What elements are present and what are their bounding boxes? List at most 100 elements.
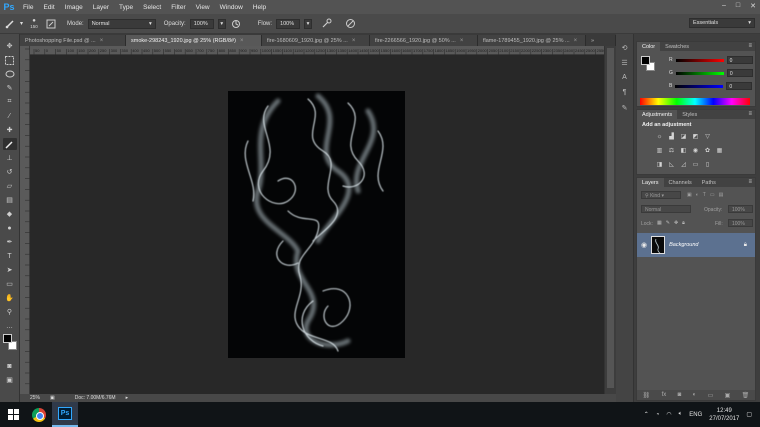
quick-mask-icon[interactable]: ◙ <box>3 360 17 372</box>
volume-icon[interactable]: 🔈︎ <box>679 411 683 418</box>
eraser-tool-icon[interactable]: ▱ <box>3 180 17 192</box>
wifi-icon[interactable]: ◠ <box>666 411 671 418</box>
brush-panel-icon[interactable] <box>45 18 57 30</box>
chevron-right-icon[interactable]: ▸ <box>126 395 129 401</box>
dodge-tool-icon[interactable]: ● <box>3 222 17 234</box>
shape-filter-icon[interactable]: ▭ <box>710 192 715 198</box>
layer-opacity-input[interactable]: 100% <box>728 205 753 213</box>
close-icon[interactable]: × <box>240 38 244 44</box>
eyedropper-tool-icon[interactable]: ⁄ <box>3 110 17 122</box>
document-image-smoke[interactable] <box>228 91 405 358</box>
layer-row-background[interactable]: ◉ Background 🔒︎ <box>637 233 755 257</box>
tab-styles[interactable]: Styles <box>677 110 702 119</box>
green-value-field[interactable]: 0 <box>726 69 753 77</box>
opacity-input[interactable]: 100% <box>189 18 214 29</box>
layer-filter-select[interactable]: ⚲ Kind ▾ <box>641 191 681 199</box>
red-value-field[interactable]: 0 <box>726 56 753 64</box>
eye-icon[interactable]: ◉ <box>641 241 647 249</box>
menu-view[interactable]: View <box>191 4 215 11</box>
clock[interactable]: 12:49 27/07/2017 <box>709 407 739 423</box>
path-selection-tool-icon[interactable]: ➤ <box>3 264 17 276</box>
layer-name[interactable]: Background <box>669 242 698 248</box>
blue-value-field[interactable]: 0 <box>726 82 753 90</box>
brush-preset-icon[interactable] <box>4 18 16 30</box>
black-white-icon[interactable]: ◧ <box>679 146 688 155</box>
menu-help[interactable]: Help <box>248 4 271 11</box>
gradient-tool-icon[interactable]: ▤ <box>3 194 17 206</box>
selective-color-icon[interactable]: ▯ <box>703 160 712 169</box>
healing-brush-tool-icon[interactable]: ✚ <box>3 124 17 136</box>
clone-stamp-tool-icon[interactable]: ⊥ <box>3 152 17 164</box>
zoom-level[interactable]: 25% <box>30 395 40 401</box>
paragraph-icon[interactable]: ¶ <box>619 87 630 98</box>
type-filter-icon[interactable]: T <box>703 192 706 198</box>
chrome-taskbar-button[interactable] <box>26 402 52 427</box>
close-button[interactable]: ✕ <box>750 2 756 10</box>
blur-tool-icon[interactable]: ◆ <box>3 208 17 220</box>
mode-select[interactable]: Normal ▾ <box>87 18 156 29</box>
screen-mode-icon[interactable]: ▣ <box>3 374 17 386</box>
close-icon[interactable]: × <box>352 38 356 44</box>
color-panel-swatches[interactable] <box>641 56 655 72</box>
color-spectrum-ramp[interactable] <box>640 98 750 105</box>
photoshop-taskbar-button[interactable]: Ps <box>52 402 78 427</box>
brush-settings-icon[interactable]: ✎ <box>619 102 630 113</box>
lock-all-icon[interactable]: 🔒︎ <box>682 220 685 226</box>
foreground-color-swatch[interactable] <box>2 334 12 343</box>
pen-tool-icon[interactable]: ✒ <box>3 236 17 248</box>
hand-tool-icon[interactable]: ✋ <box>3 292 17 304</box>
pressure-size-icon[interactable] <box>344 18 356 30</box>
adjustment-filter-icon[interactable]: ◐ <box>696 192 699 198</box>
new-layer-icon[interactable]: ▣ <box>725 392 731 399</box>
crop-tool-icon[interactable]: ⌗ <box>3 96 17 108</box>
lock-position-icon[interactable]: ✥ <box>674 220 678 226</box>
chevron-down-icon[interactable]: ▾ <box>20 20 23 27</box>
menu-select[interactable]: Select <box>138 4 166 11</box>
doc-tab-active[interactable]: smoke-298243_1920.jpg @ 25% (RGB/8#) × <box>126 35 262 46</box>
pixel-filter-icon[interactable]: ▣ <box>687 192 692 198</box>
history-icon[interactable]: ⟲ <box>619 42 630 53</box>
color-swatches[interactable] <box>2 334 17 352</box>
ruler-left[interactable] <box>20 46 30 394</box>
move-tool-icon[interactable]: ✥ <box>3 40 17 52</box>
workspace-select[interactable]: Essentials ▾ <box>689 18 755 28</box>
maximize-button[interactable]: □ <box>736 2 740 10</box>
lock-pixels-icon[interactable]: ✎ <box>666 220 670 226</box>
menu-edit[interactable]: Edit <box>38 4 59 11</box>
menu-file[interactable]: File <box>18 4 38 11</box>
menu-image[interactable]: Image <box>60 4 88 11</box>
panel-menu-icon[interactable]: ≡ <box>748 111 752 117</box>
tab-channels[interactable]: Channels <box>664 178 697 187</box>
type-tool-icon[interactable]: T <box>3 250 17 262</box>
zoom-tool-icon[interactable]: ⚲ <box>3 306 17 318</box>
more-tools-icon[interactable]: … <box>3 320 17 332</box>
status-menu-icon[interactable]: ▣ <box>50 395 55 401</box>
doc-tab[interactable]: flame-1789455_1920.jpg @ 25% ... × <box>478 35 586 46</box>
panel-menu-icon[interactable]: ≡ <box>748 43 752 49</box>
invert-icon[interactable]: ◨ <box>655 160 664 169</box>
doc-tab[interactable]: fire-1680609_1920.jpg @ 25% ... × <box>262 35 370 46</box>
more-tabs-button[interactable]: » <box>586 35 616 46</box>
posterize-icon[interactable]: ◺ <box>667 160 676 169</box>
brush-tool-icon[interactable] <box>2 138 17 150</box>
fill-input[interactable]: 100% <box>728 219 753 227</box>
tab-layers[interactable]: Layers <box>637 178 664 187</box>
green-slider[interactable] <box>675 71 724 75</box>
brightness-contrast-icon[interactable]: ☼ <box>655 132 664 141</box>
channel-mixer-icon[interactable]: ✿ <box>703 146 712 155</box>
color-balance-icon[interactable]: ⚖ <box>667 146 676 155</box>
brush-size-picker[interactable]: ● 150 <box>27 18 41 29</box>
menu-filter[interactable]: Filter <box>166 4 190 11</box>
menu-window[interactable]: Window <box>215 4 248 11</box>
flow-dropdown[interactable]: ▾ <box>304 18 313 29</box>
ruler-top[interactable]: 50 0 50 100 150 200 250 300 350 400 450 500 550 600 65… <box>30 46 607 55</box>
tab-color[interactable]: Color <box>637 42 661 51</box>
tab-adjustments[interactable]: Adjustments <box>637 110 678 119</box>
chevron-up-icon[interactable]: ⌃ <box>644 411 649 418</box>
tab-paths[interactable]: Paths <box>697 178 721 187</box>
levels-icon[interactable]: ▟ <box>667 132 676 141</box>
airbrush-icon[interactable] <box>320 18 332 30</box>
language-indicator[interactable]: ENG <box>689 412 702 418</box>
doc-tab[interactable]: Photoshopping File.psd @ ... × <box>20 35 126 46</box>
notifications-icon[interactable]: ▢ <box>746 411 752 418</box>
